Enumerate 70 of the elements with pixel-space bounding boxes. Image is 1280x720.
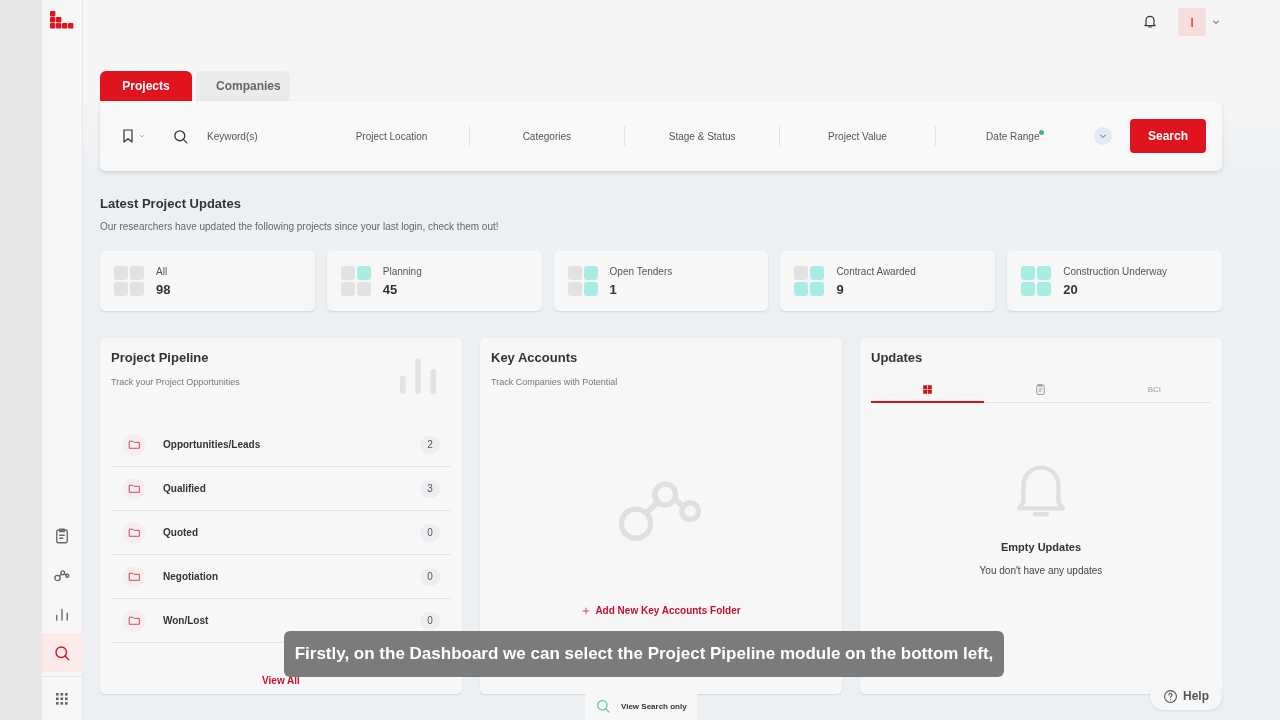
status-icon	[340, 266, 371, 296]
stat-label: All	[156, 265, 169, 277]
status-card[interactable]: Open Tenders 1	[553, 251, 769, 311]
card-title: Project Pipeline	[111, 350, 210, 365]
grid-icon	[921, 382, 935, 396]
clipboard-icon	[1034, 383, 1048, 396]
section-title: Latest Project Updates	[100, 196, 242, 211]
status-card[interactable]: Contract Awarded 9	[780, 251, 996, 311]
status-icon	[567, 266, 598, 296]
clipboard-icon	[53, 526, 71, 545]
bookmark-icon	[120, 128, 136, 144]
card-subtitle: Track Companies with Potential	[491, 377, 619, 387]
account-menu[interactable]: I	[1178, 8, 1222, 36]
folder-icon	[123, 477, 145, 500]
count-badge: 0	[420, 611, 440, 630]
add-folder-link[interactable]: Add New Key Accounts Folder	[581, 605, 741, 616]
stat-label: Construction Underway	[1063, 265, 1168, 277]
pipeline-stage[interactable]: Quoted	[163, 527, 420, 538]
tab[interactable]: Companies	[196, 71, 290, 101]
status-card[interactable]: Planning 45	[326, 251, 542, 311]
filter-dropdown[interactable]: Date Range	[934, 126, 1090, 146]
search-button[interactable]: Search	[1129, 119, 1206, 153]
stat-label: Open Tenders	[609, 265, 673, 277]
count-badge: 3	[420, 479, 440, 498]
stat-label: Contract Awarded	[836, 265, 916, 277]
video-caption: Firstly, on the Dashboard we can select the Project Pipeline module on the bottom left,	[284, 631, 1004, 677]
stat-label: Planning	[382, 265, 422, 277]
card-subtitle: Track your Project Opportunities	[111, 377, 241, 387]
sidebar-item[interactable]	[41, 633, 83, 672]
chevron-icon	[138, 132, 146, 140]
filter-dropdown[interactable]: Project Value	[779, 126, 935, 146]
stat-count: 9	[836, 281, 845, 297]
status-icon	[794, 266, 825, 296]
folder-icon	[123, 565, 145, 588]
folder-icon	[123, 521, 145, 544]
empty-message: You don't have any updates	[979, 565, 1103, 576]
avatar: I	[1178, 8, 1206, 36]
stat-count: 20	[1063, 281, 1079, 297]
filter-dropdown[interactable]: Categories	[468, 126, 624, 146]
view-search-button[interactable]: View Search only	[585, 692, 697, 720]
search-icon	[172, 127, 189, 145]
stat-count: 98	[156, 281, 171, 297]
tab[interactable]: Projects	[100, 71, 192, 101]
keyword-field[interactable]: Keyword(s)	[172, 126, 315, 146]
pipeline-stage[interactable]: Qualified	[163, 483, 420, 494]
search-icon	[595, 698, 611, 714]
stat-count: 45	[382, 281, 399, 297]
pipeline-stage[interactable]: Won/Lost	[163, 615, 420, 626]
filter-dropdown[interactable]: Stage & Status	[624, 126, 780, 146]
help-button[interactable]: Help	[1150, 682, 1222, 710]
help-icon	[1163, 688, 1178, 704]
count-badge: 0	[420, 567, 440, 586]
card-title: Updates	[871, 350, 924, 365]
folder-icon	[123, 609, 145, 632]
status-icon	[1021, 266, 1052, 296]
pipeline-stage[interactable]: Negotiation	[163, 571, 420, 582]
count-badge: 0	[420, 523, 440, 542]
expand-button[interactable]	[1093, 127, 1112, 145]
section-subtitle: Our researchers have updated the following projects since your last login, check them out!	[100, 221, 500, 232]
stat-count: 1	[609, 281, 618, 297]
count-badge: 2	[420, 435, 440, 454]
status-card[interactable]: Construction Underway 20	[1007, 251, 1222, 311]
plus-icon	[581, 605, 592, 616]
status-card[interactable]: All 98	[100, 251, 315, 311]
filter-dropdown[interactable]: Project Location	[314, 126, 469, 146]
empty-title: Empty Updates	[1000, 541, 1082, 553]
card-title: Key Accounts	[491, 350, 579, 365]
folder-icon	[123, 433, 145, 456]
pipeline-stage[interactable]: Opportunities/Leads	[163, 439, 420, 450]
search-icon	[53, 643, 71, 662]
